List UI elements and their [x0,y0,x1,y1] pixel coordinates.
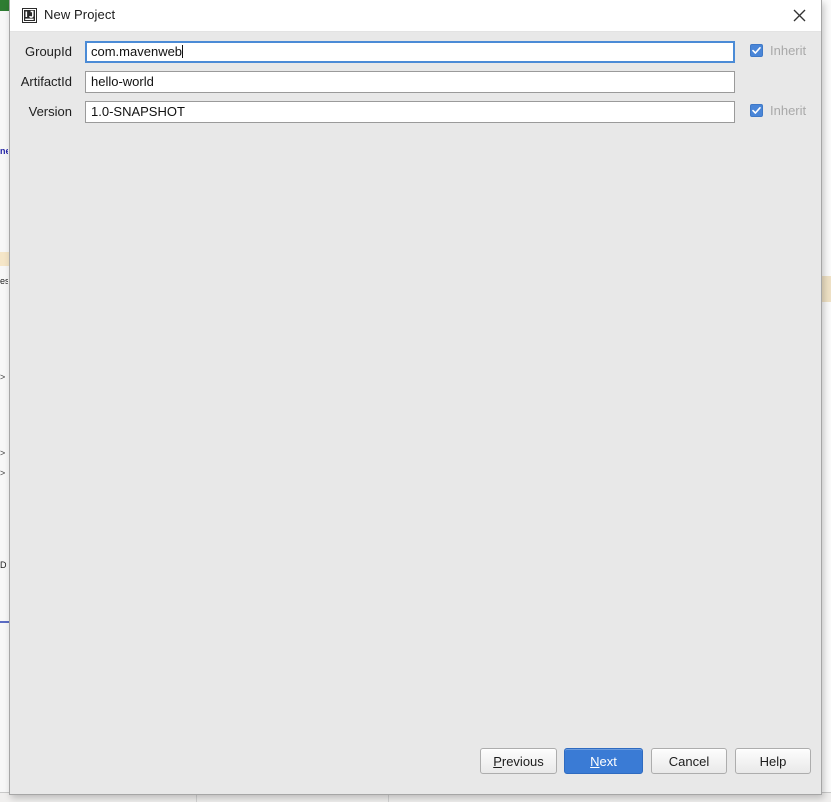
intellij-idea-icon [22,8,37,23]
ide-text-fragment: > [0,448,6,458]
ide-highlight-band [0,252,9,266]
form-row-groupid: GroupId com.mavenweb Inherit [10,41,821,63]
version-label: Version [28,104,72,119]
groupid-inherit-group[interactable]: Inherit [750,43,806,58]
next-button-mnemonic: N [590,753,600,769]
dialog-button-bar: Previous Next Cancel Help [10,732,821,794]
version-value: 1.0-SNAPSHOT [91,104,185,119]
ide-right-highlight-band [822,276,831,302]
groupid-label: GroupId [25,44,72,59]
previous-button[interactable]: Previous [480,748,557,774]
dialog-title: New Project [44,7,116,22]
ide-text-fragment: ne [0,146,8,156]
artifactid-value: hello-world [91,74,154,89]
groupid-input[interactable]: com.mavenweb [85,41,735,63]
artifactid-label: ArtifactId [20,74,72,89]
next-button[interactable]: Next [564,748,643,774]
new-project-dialog: New Project GroupId com.mavenweb Inherit [9,0,822,795]
groupid-inherit-label: Inherit [770,43,807,58]
ide-text-fragment: D [0,560,7,570]
form-row-artifactid: ArtifactId hello-world [10,71,821,93]
artifactid-input[interactable]: hello-world [85,71,735,93]
dialog-titlebar: New Project [10,0,821,32]
groupid-inherit-checkbox[interactable] [750,44,763,57]
ide-text-fragment: es [0,276,8,286]
previous-button-label: revious [501,753,544,769]
project-coordinates-form: GroupId com.mavenweb Inherit ArtifactId … [10,31,821,731]
ide-green-marker [0,0,9,11]
version-inherit-group[interactable]: Inherit [750,103,806,118]
help-button[interactable]: Help [735,748,811,774]
version-inherit-label: Inherit [770,103,807,118]
version-input[interactable]: 1.0-SNAPSHOT [85,101,735,123]
ide-text-fragment: > [0,372,6,382]
form-row-version: Version 1.0-SNAPSHOT Inherit [10,101,821,123]
ide-underline-marker [0,621,9,623]
next-button-label: ext [599,753,617,769]
cancel-button[interactable]: Cancel [651,748,727,774]
text-caret [182,45,184,58]
ide-right-gutter [821,0,831,802]
close-icon[interactable] [777,0,821,31]
help-button-label: Help [759,753,787,769]
previous-button-mnemonic: P [493,753,502,769]
groupid-value: com.mavenweb [91,44,183,59]
ide-text-fragment: > [0,468,6,478]
cancel-button-label: Cancel [668,753,710,769]
version-inherit-checkbox[interactable] [750,104,763,117]
